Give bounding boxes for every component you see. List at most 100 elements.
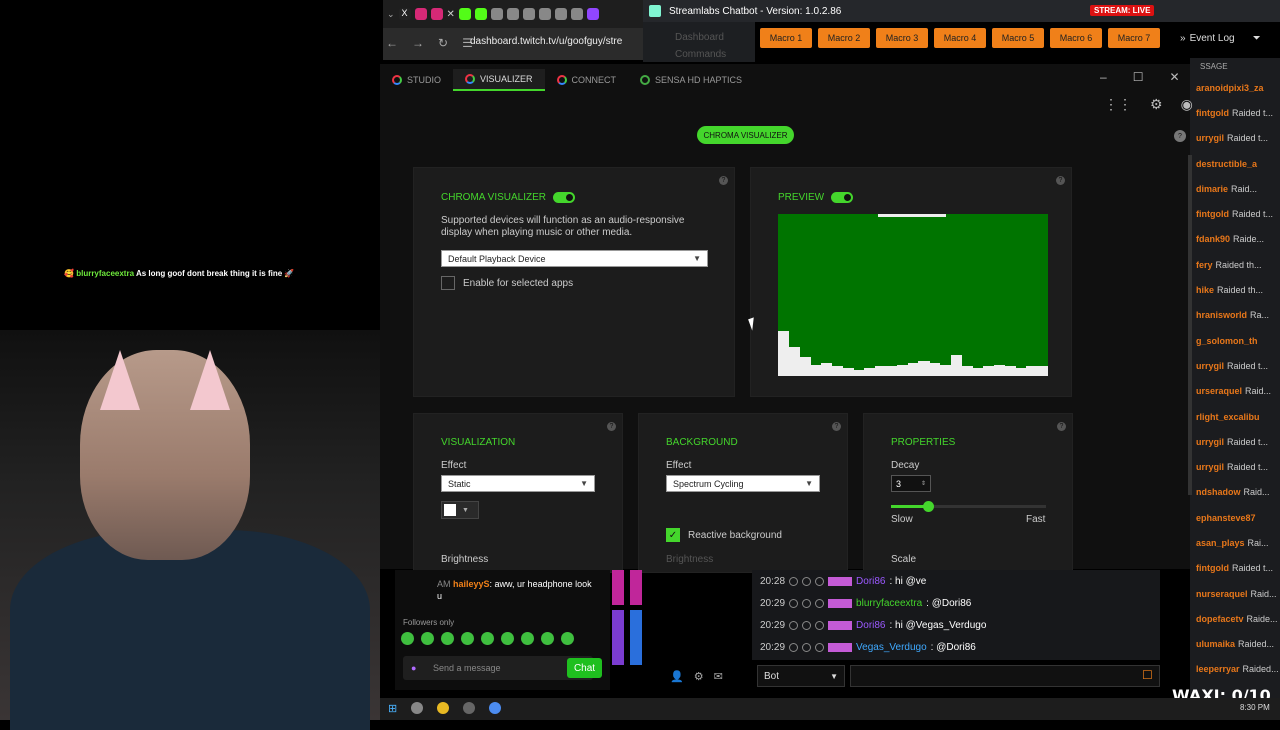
- mail-icon[interactable]: ✉: [714, 670, 723, 683]
- chevron-down-icon[interactable]: ⌄: [387, 9, 395, 20]
- tab-icon[interactable]: [490, 8, 503, 20]
- visualization-effect-select[interactable]: Static ▼: [441, 475, 595, 492]
- tab-icon[interactable]: [506, 8, 519, 20]
- address-bar[interactable]: dashboard.twitch.tv/u/goofguy/stre: [470, 36, 642, 54]
- user-icon[interactable]: 👤: [670, 670, 684, 683]
- app-icon[interactable]: [463, 702, 476, 714]
- background-effect-select[interactable]: Spectrum Cycling ▼: [666, 475, 820, 492]
- ban-icon[interactable]: [802, 620, 812, 630]
- emote-icon[interactable]: [461, 632, 474, 645]
- ban-icon[interactable]: [802, 598, 812, 608]
- enable-selected-apps-checkbox[interactable]: [441, 276, 455, 290]
- emote-icon[interactable]: [401, 632, 414, 645]
- close-icon[interactable]: ✕: [1169, 70, 1179, 84]
- emote-icon[interactable]: [481, 632, 494, 645]
- decay-slider[interactable]: [891, 501, 1046, 512]
- slider-thumb[interactable]: [923, 501, 935, 512]
- tab-connect[interactable]: CONNECT: [545, 70, 629, 90]
- tab-studio[interactable]: STUDIO: [380, 70, 453, 90]
- help-icon[interactable]: ?: [1174, 130, 1186, 142]
- help-icon[interactable]: ?: [607, 422, 616, 431]
- tab-icon[interactable]: [570, 8, 583, 20]
- twitch-icon[interactable]: [586, 8, 599, 20]
- chevron-right-icon[interactable]: »: [1180, 33, 1186, 44]
- macro-button[interactable]: Macro 4: [934, 28, 986, 48]
- windows-start-icon[interactable]: ⊞: [388, 702, 397, 715]
- mod-icon[interactable]: [815, 598, 825, 608]
- help-icon[interactable]: ?: [832, 422, 841, 431]
- gear-icon[interactable]: ⚙: [1150, 96, 1163, 113]
- chat-user[interactable]: blurryfaceextra: [856, 598, 922, 609]
- chroma-toggle[interactable]: [552, 192, 575, 203]
- color-swatch-button[interactable]: ▼: [441, 501, 479, 519]
- x-icon[interactable]: X: [398, 8, 411, 20]
- emote-icon[interactable]: [541, 632, 554, 645]
- emote-icon[interactable]: [421, 632, 434, 645]
- forward-arrow-icon[interactable]: →: [412, 36, 424, 50]
- emoji-icon[interactable]: ☐: [1142, 668, 1153, 682]
- macro-button[interactable]: Macro 2: [818, 28, 870, 48]
- decay-stepper[interactable]: 3 ⇕: [891, 475, 931, 492]
- emote-icon[interactable]: [441, 632, 454, 645]
- maximize-icon[interactable]: ☐: [1133, 70, 1144, 84]
- bot-select[interactable]: Bot ▼: [757, 665, 845, 687]
- help-icon[interactable]: ?: [719, 176, 728, 185]
- tab-icon[interactable]: [522, 8, 535, 20]
- tab-icon[interactable]: [554, 8, 567, 20]
- obs-icon[interactable]: [489, 702, 502, 714]
- tab-close-icon[interactable]: ✕: [447, 9, 455, 20]
- account-icon[interactable]: ◉: [1181, 96, 1193, 113]
- instagram-icon[interactable]: [430, 8, 443, 20]
- macro-button[interactable]: Macro 1: [760, 28, 812, 48]
- send-message-input[interactable]: ● Send a message: [403, 656, 593, 680]
- timeout-icon[interactable]: [789, 620, 799, 630]
- minimize-icon[interactable]: –: [1100, 70, 1107, 84]
- search-icon[interactable]: [411, 702, 424, 714]
- macro-button[interactable]: Macro 6: [1050, 28, 1102, 48]
- menu-item-commands[interactable]: Commands: [643, 43, 755, 60]
- mod-icon[interactable]: [815, 642, 825, 652]
- chat-user[interactable]: Dori86: [856, 576, 885, 587]
- emote-icon[interactable]: [521, 632, 534, 645]
- instagram-icon[interactable]: [414, 8, 427, 20]
- chroma-visualizer-pill[interactable]: CHROMA VISUALIZER: [697, 126, 794, 144]
- razer-scrollbar[interactable]: [1188, 155, 1192, 495]
- help-icon[interactable]: ?: [1057, 422, 1066, 431]
- help-icon[interactable]: ?: [1056, 176, 1065, 185]
- mod-icon[interactable]: [815, 620, 825, 630]
- preview-bar: [778, 330, 790, 376]
- chatbot-message-input[interactable]: [850, 665, 1160, 687]
- tab-icon[interactable]: [538, 8, 551, 20]
- reload-icon[interactable]: ↻: [438, 36, 448, 50]
- filter-icon[interactable]: ⏷: [1253, 33, 1261, 44]
- macro-button[interactable]: Macro 7: [1108, 28, 1160, 48]
- back-arrow-icon[interactable]: ←: [386, 36, 398, 50]
- reactive-background-checkbox[interactable]: ✓: [666, 528, 680, 542]
- playback-device-select[interactable]: Default Playback Device ▼: [441, 250, 708, 267]
- gear-icon[interactable]: ⚙: [694, 670, 704, 683]
- chat-button[interactable]: Chat: [567, 658, 602, 678]
- timeout-icon[interactable]: [789, 598, 799, 608]
- timeout-icon[interactable]: [789, 576, 799, 586]
- mod-icon[interactable]: [815, 576, 825, 586]
- visualization-card: ? VISUALIZATION Effect Static ▼ ▼ Brightn…: [413, 413, 623, 573]
- ban-icon[interactable]: [802, 642, 812, 652]
- chat-user[interactable]: Dori86: [856, 620, 885, 631]
- macro-button[interactable]: Macro 3: [876, 28, 928, 48]
- mic-icon[interactable]: ●: [411, 663, 416, 673]
- chat-user[interactable]: Vegas_Verdugo: [856, 642, 927, 653]
- kick-icon[interactable]: [474, 8, 487, 20]
- macro-button[interactable]: Macro 5: [992, 28, 1044, 48]
- apps-grid-icon[interactable]: ⋮⋮: [1104, 96, 1132, 113]
- kick-icon[interactable]: [458, 8, 471, 20]
- streamer-image: [0, 330, 380, 730]
- ban-icon[interactable]: [802, 576, 812, 586]
- emote-icon[interactable]: [501, 632, 514, 645]
- tab-visualizer[interactable]: VISUALIZER: [453, 69, 545, 91]
- menu-item-dashboard[interactable]: Dashboard: [643, 22, 755, 43]
- timeout-icon[interactable]: [789, 642, 799, 652]
- emote-icon[interactable]: [561, 632, 574, 645]
- preview-toggle[interactable]: [830, 192, 853, 203]
- tab-sensa-hd-haptics[interactable]: SENSA HD HAPTICS: [628, 70, 754, 90]
- chrome-icon[interactable]: [437, 702, 450, 714]
